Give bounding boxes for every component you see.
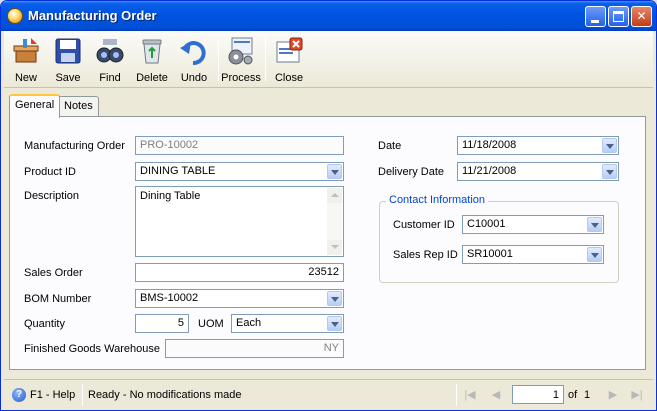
- toolbar-separator: [218, 37, 219, 81]
- finished-goods-warehouse-label: Finished Goods Warehouse: [24, 343, 160, 355]
- chevron-down-icon[interactable]: [327, 316, 342, 331]
- contact-information-group: [379, 201, 619, 283]
- customer-id-combo[interactable]: C10001: [462, 215, 604, 234]
- chevron-down-icon[interactable]: [587, 217, 602, 232]
- status-bar: ? F1 - Help Ready - No modifications mad…: [4, 379, 653, 409]
- bom-number-combo[interactable]: BMS-10002: [135, 289, 344, 308]
- uom-label: UOM: [198, 318, 224, 330]
- maximize-icon: [613, 11, 624, 22]
- new-icon: [13, 38, 39, 63]
- undo-button[interactable]: Undo: [173, 34, 215, 86]
- chevron-down-icon[interactable]: [327, 164, 342, 179]
- tab-general[interactable]: General: [9, 94, 61, 118]
- tab-notes[interactable]: Notes: [58, 96, 99, 117]
- undo-icon: [180, 41, 206, 65]
- quantity-field[interactable]: 5: [135, 314, 189, 333]
- sales-rep-id-label: Sales Rep ID: [393, 249, 458, 261]
- status-separator: [456, 384, 457, 406]
- description-label: Description: [24, 190, 80, 202]
- minimize-button[interactable]: [585, 6, 606, 27]
- manufacturing-order-field[interactable]: PRO-10002: [135, 136, 344, 155]
- quantity-label: Quantity: [24, 318, 65, 330]
- delivery-date-picker[interactable]: 11/21/2008: [457, 162, 619, 181]
- status-separator: [82, 384, 83, 406]
- chevron-down-icon[interactable]: [602, 164, 617, 179]
- first-record-icon[interactable]: |◀: [463, 388, 477, 402]
- toolbar-separator: [265, 37, 266, 81]
- delivery-date-label: Delivery Date: [378, 166, 445, 178]
- description-textarea[interactable]: Dining Table: [135, 186, 344, 257]
- binoculars-icon: [96, 39, 124, 63]
- close-form-icon: [276, 37, 303, 63]
- save-icon: [55, 38, 81, 64]
- scroll-up-icon[interactable]: [327, 188, 342, 203]
- scroll-down-icon[interactable]: [327, 240, 342, 255]
- title-bar: Manufacturing Order ✕: [1, 1, 656, 31]
- sales-rep-id-combo[interactable]: SR10001: [462, 245, 604, 264]
- chevron-down-icon[interactable]: [587, 247, 602, 262]
- next-record-icon[interactable]: ▶: [606, 388, 620, 402]
- product-id-label: Product ID: [24, 166, 76, 178]
- previous-record-icon[interactable]: ◀: [489, 388, 503, 402]
- sales-order-field[interactable]: 23512: [135, 263, 344, 282]
- record-number-input[interactable]: 1: [512, 385, 564, 404]
- help-icon[interactable]: ?: [12, 388, 26, 402]
- app-icon: [7, 8, 23, 24]
- uom-combo[interactable]: Each: [231, 314, 344, 333]
- record-total: 1: [584, 389, 591, 401]
- contact-information-title: Contact Information: [386, 194, 488, 206]
- new-button[interactable]: New: [5, 34, 47, 86]
- date-picker[interactable]: 11/18/2008: [457, 136, 619, 155]
- customer-id-label: Customer ID: [393, 219, 455, 231]
- close-button[interactable]: Close: [268, 34, 310, 86]
- process-icon: [228, 37, 253, 65]
- recycle-bin-icon: [142, 39, 162, 64]
- minimize-icon: [591, 20, 599, 23]
- close-icon: ✕: [636, 9, 647, 23]
- manufacturing-order-window: Manufacturing Order ✕ New Save Find Dele…: [0, 0, 657, 411]
- last-record-icon[interactable]: ▶|: [630, 388, 644, 402]
- manufacturing-order-label: Manufacturing Order: [24, 140, 125, 152]
- find-button[interactable]: Find: [89, 34, 131, 86]
- description-scrollbar[interactable]: [327, 188, 342, 255]
- status-message: Ready - No modifications made: [88, 389, 242, 401]
- of-label: of: [568, 389, 578, 401]
- sales-order-label: Sales Order: [24, 267, 83, 279]
- process-button[interactable]: Process: [220, 34, 262, 86]
- window-title: Manufacturing Order: [28, 8, 157, 23]
- date-label: Date: [378, 140, 402, 152]
- delete-button[interactable]: Delete: [131, 34, 173, 86]
- toolbar: New Save Find Delete Undo Process Close: [4, 31, 653, 88]
- chevron-down-icon[interactable]: [327, 291, 342, 306]
- maximize-button[interactable]: [608, 6, 629, 27]
- chevron-down-icon[interactable]: [602, 138, 617, 153]
- help-hint[interactable]: F1 - Help: [30, 389, 75, 401]
- bom-number-label: BOM Number: [24, 293, 92, 305]
- finished-goods-warehouse-field[interactable]: NY: [165, 339, 344, 358]
- save-button[interactable]: Save: [47, 34, 89, 86]
- product-id-combo[interactable]: DINING TABLE: [135, 162, 344, 181]
- close-window-button[interactable]: ✕: [631, 6, 652, 27]
